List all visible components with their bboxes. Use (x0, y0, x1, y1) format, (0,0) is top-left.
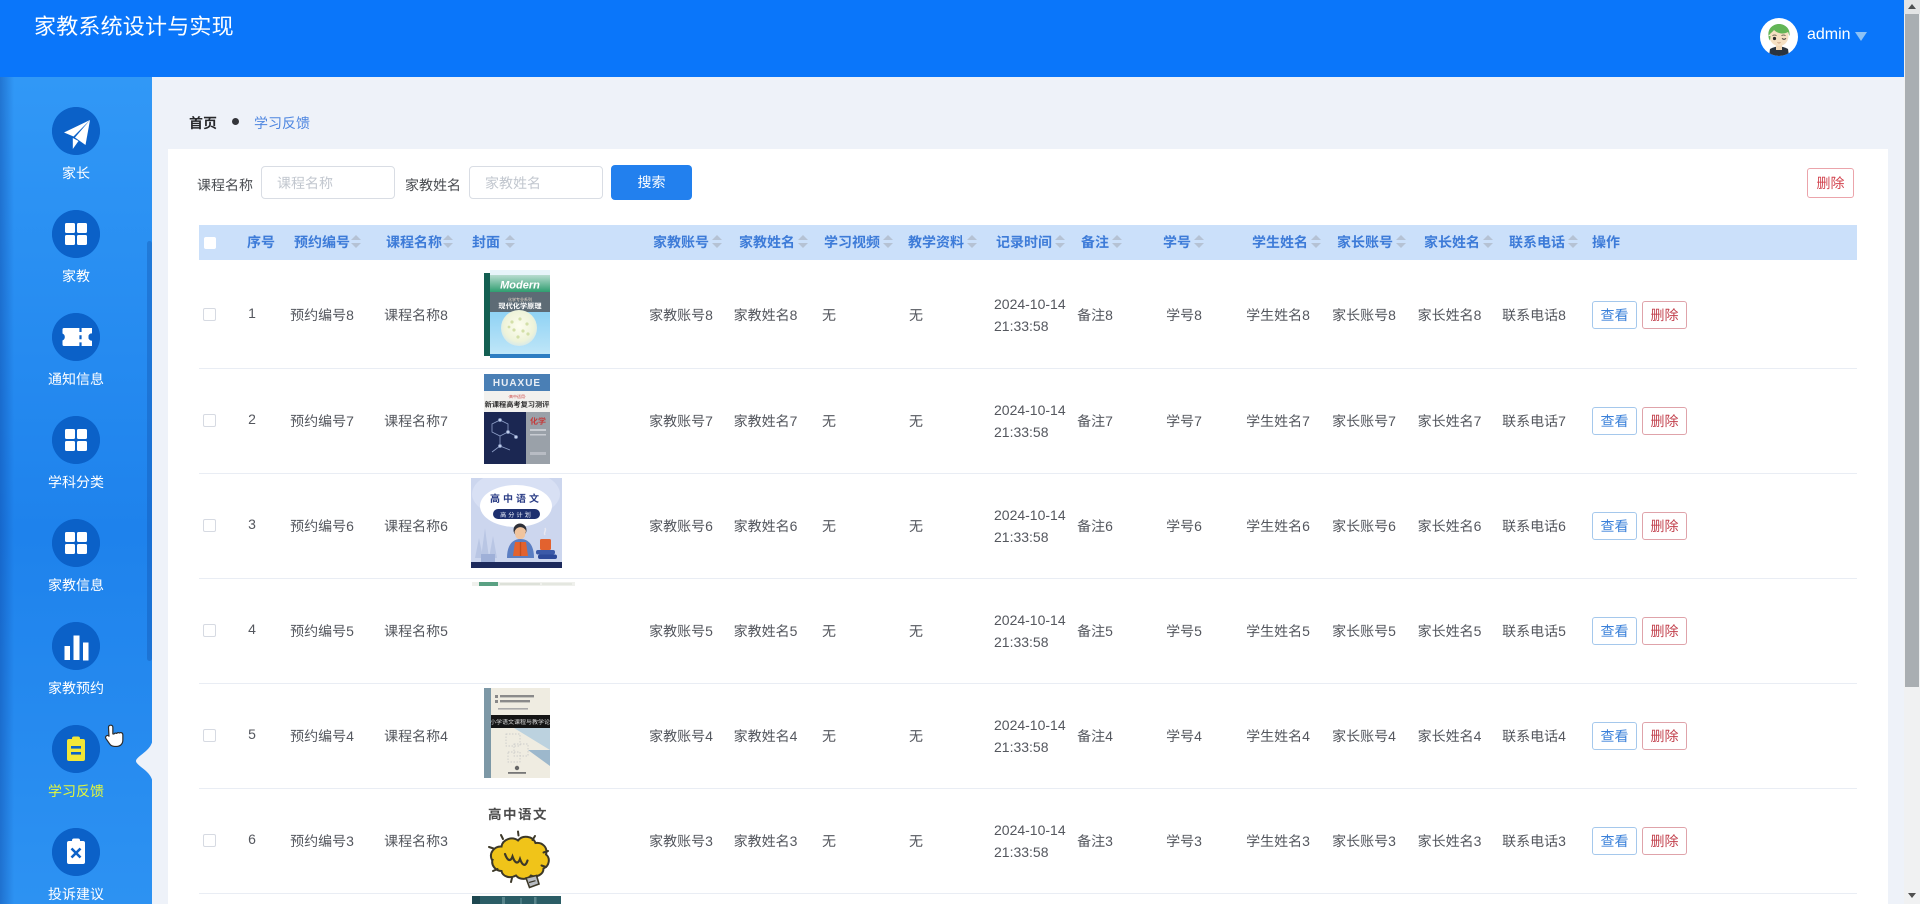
svg-text:化学: 化学 (530, 417, 546, 426)
svg-text:高中语文: 高中语文 (490, 493, 542, 505)
svg-text:高中语文: 高中语文 (488, 807, 548, 822)
svg-text:新课程高考复习测评: 新课程高考复习测评 (485, 400, 550, 409)
svg-text:小学语文课程与教学论: 小学语文课程与教学论 (490, 718, 550, 726)
svg-text:·高中适用·: ·高中适用· (508, 393, 527, 399)
svg-text:Modern: Modern (500, 280, 540, 292)
svg-text:HUAXUE: HUAXUE (493, 378, 541, 389)
svg-text:高分计划: 高分计划 (500, 511, 533, 519)
svg-text:现代化学原理: 现代化学原理 (498, 302, 541, 311)
